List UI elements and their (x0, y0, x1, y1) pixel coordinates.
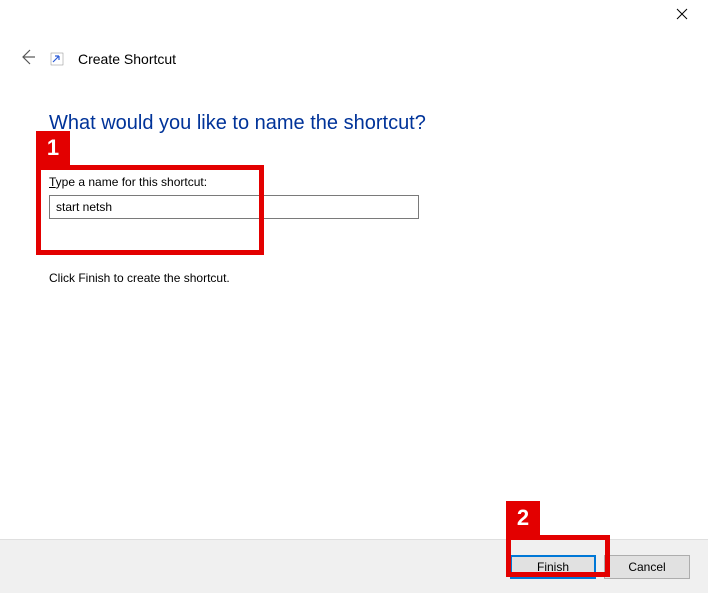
shortcut-name-label: Type a name for this shortcut: (49, 175, 678, 189)
wizard-hint: Click Finish to create the shortcut. (49, 271, 678, 285)
back-icon[interactable] (18, 48, 36, 69)
cancel-button[interactable]: Cancel (604, 555, 690, 579)
shortcut-name-input[interactable] (49, 195, 419, 219)
wizard-heading: What would you like to name the shortcut… (49, 112, 678, 135)
close-icon[interactable] (676, 8, 688, 23)
annotation-badge-2: 2 (506, 501, 540, 535)
shortcut-icon (50, 52, 64, 66)
finish-button[interactable]: Finish (510, 555, 596, 579)
page-title: Create Shortcut (78, 51, 176, 67)
wizard-footer: Finish Cancel (0, 539, 708, 593)
